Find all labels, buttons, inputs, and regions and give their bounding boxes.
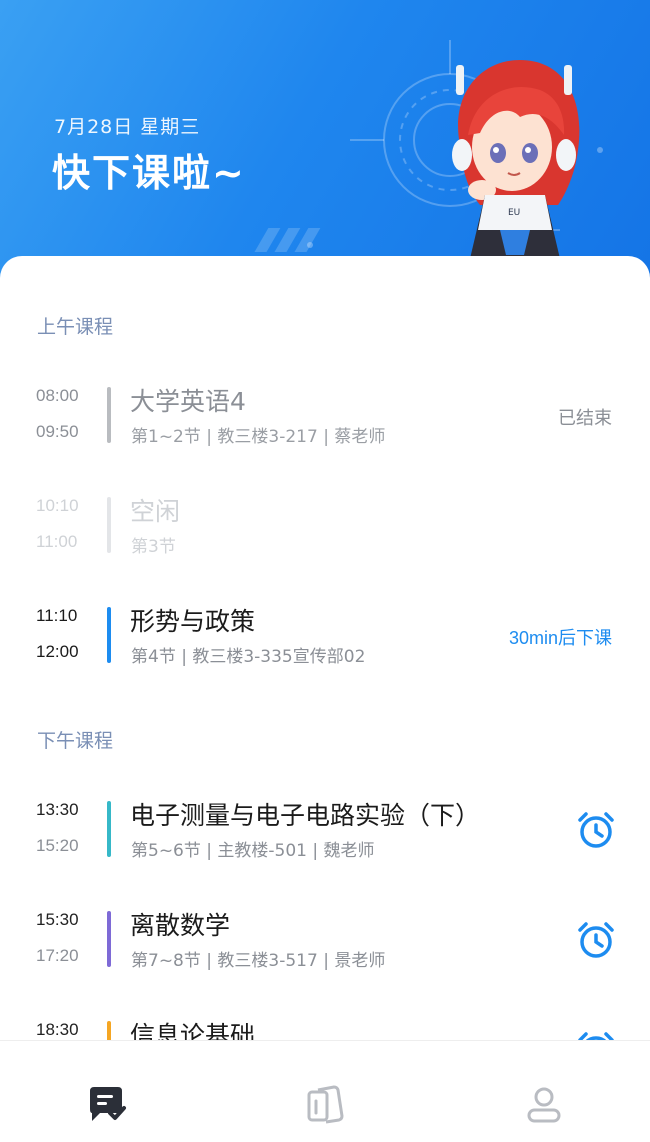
course-color-bar: [107, 801, 111, 857]
tab-profile[interactable]: [522, 1083, 566, 1127]
course-row[interactable]: 15:30 17:20 离散数学 第7~8节 | 教三楼3-517 | 景老师: [0, 906, 650, 978]
tab-books[interactable]: [304, 1083, 348, 1127]
tab-schedule[interactable]: [84, 1083, 128, 1127]
course-color-bar: [107, 497, 111, 553]
profile-icon: [527, 1087, 561, 1123]
morning-section-title: 上午课程: [37, 316, 114, 338]
start-time: 18:30: [36, 1020, 79, 1039]
alarm-clock-icon[interactable]: [576, 920, 616, 960]
svg-text:EU: EU: [508, 208, 520, 218]
course-info: 第1~2节 | 教三楼3-217 | 蔡老师: [131, 427, 386, 447]
course-name: 电子测量与电子电路实验（下）: [130, 801, 481, 830]
start-time: 11:10: [36, 606, 78, 625]
end-time: 11:00: [36, 532, 78, 551]
course-info: 第3节: [131, 537, 176, 557]
books-icon: [307, 1085, 344, 1124]
course-row[interactable]: 13:30 15:20 电子测量与电子电路实验（下） 第5~6节 | 主教楼-5…: [0, 796, 650, 868]
mascot-illustration: EU: [440, 60, 580, 280]
start-time: 13:30: [36, 800, 79, 819]
start-time: 08:00: [36, 386, 79, 405]
course-info: 第5~6节 | 主教楼-501 | 魏老师: [131, 841, 375, 861]
date-label: 7月28日 星期三: [54, 116, 201, 138]
end-time: 15:20: [36, 836, 79, 855]
course-color-bar: [107, 607, 111, 663]
start-time: 15:30: [36, 910, 79, 929]
course-name: 形势与政策: [130, 607, 256, 636]
course-info: 第7~8节 | 教三楼3-517 | 景老师: [131, 951, 386, 971]
afternoon-section-title: 下午课程: [37, 730, 114, 752]
course-info: 第4节 | 教三楼3-335宣传部02: [131, 647, 366, 667]
end-time: 12:00: [36, 642, 79, 661]
start-time: 10:10: [36, 496, 79, 515]
course-name: 离散数学: [130, 911, 231, 940]
course-row[interactable]: 10:10 11:00 空闲 第3节: [0, 492, 650, 564]
course-color-bar: [107, 911, 111, 967]
alarm-clock-icon[interactable]: [576, 810, 616, 850]
course-countdown: 30min后下课: [508, 628, 612, 648]
course-status: 已结束: [558, 408, 612, 429]
end-time: 17:20: [36, 946, 79, 965]
end-time: 09:50: [36, 422, 79, 441]
course-name: 空闲: [130, 497, 181, 526]
bottom-tab-bar: [0, 1040, 650, 1142]
course-row[interactable]: 08:00 09:50 大学英语4 第1~2节 | 教三楼3-217 | 蔡老师…: [0, 382, 650, 454]
header-banner: 7月28日 星期三 快下课啦~ EU: [0, 0, 650, 300]
course-name: 大学英语4: [130, 387, 246, 416]
course-color-bar: [107, 387, 111, 443]
greeting-title: 快下课啦~: [52, 151, 246, 195]
schedule-panel: 上午课程 08:00 09:50 大学英语4 第1~2节 | 教三楼3-217 …: [0, 256, 650, 1046]
course-row[interactable]: 11:10 12:00 形势与政策 第4节 | 教三楼3-335宣传部02 30…: [0, 602, 650, 674]
schedule-icon: [90, 1087, 126, 1121]
